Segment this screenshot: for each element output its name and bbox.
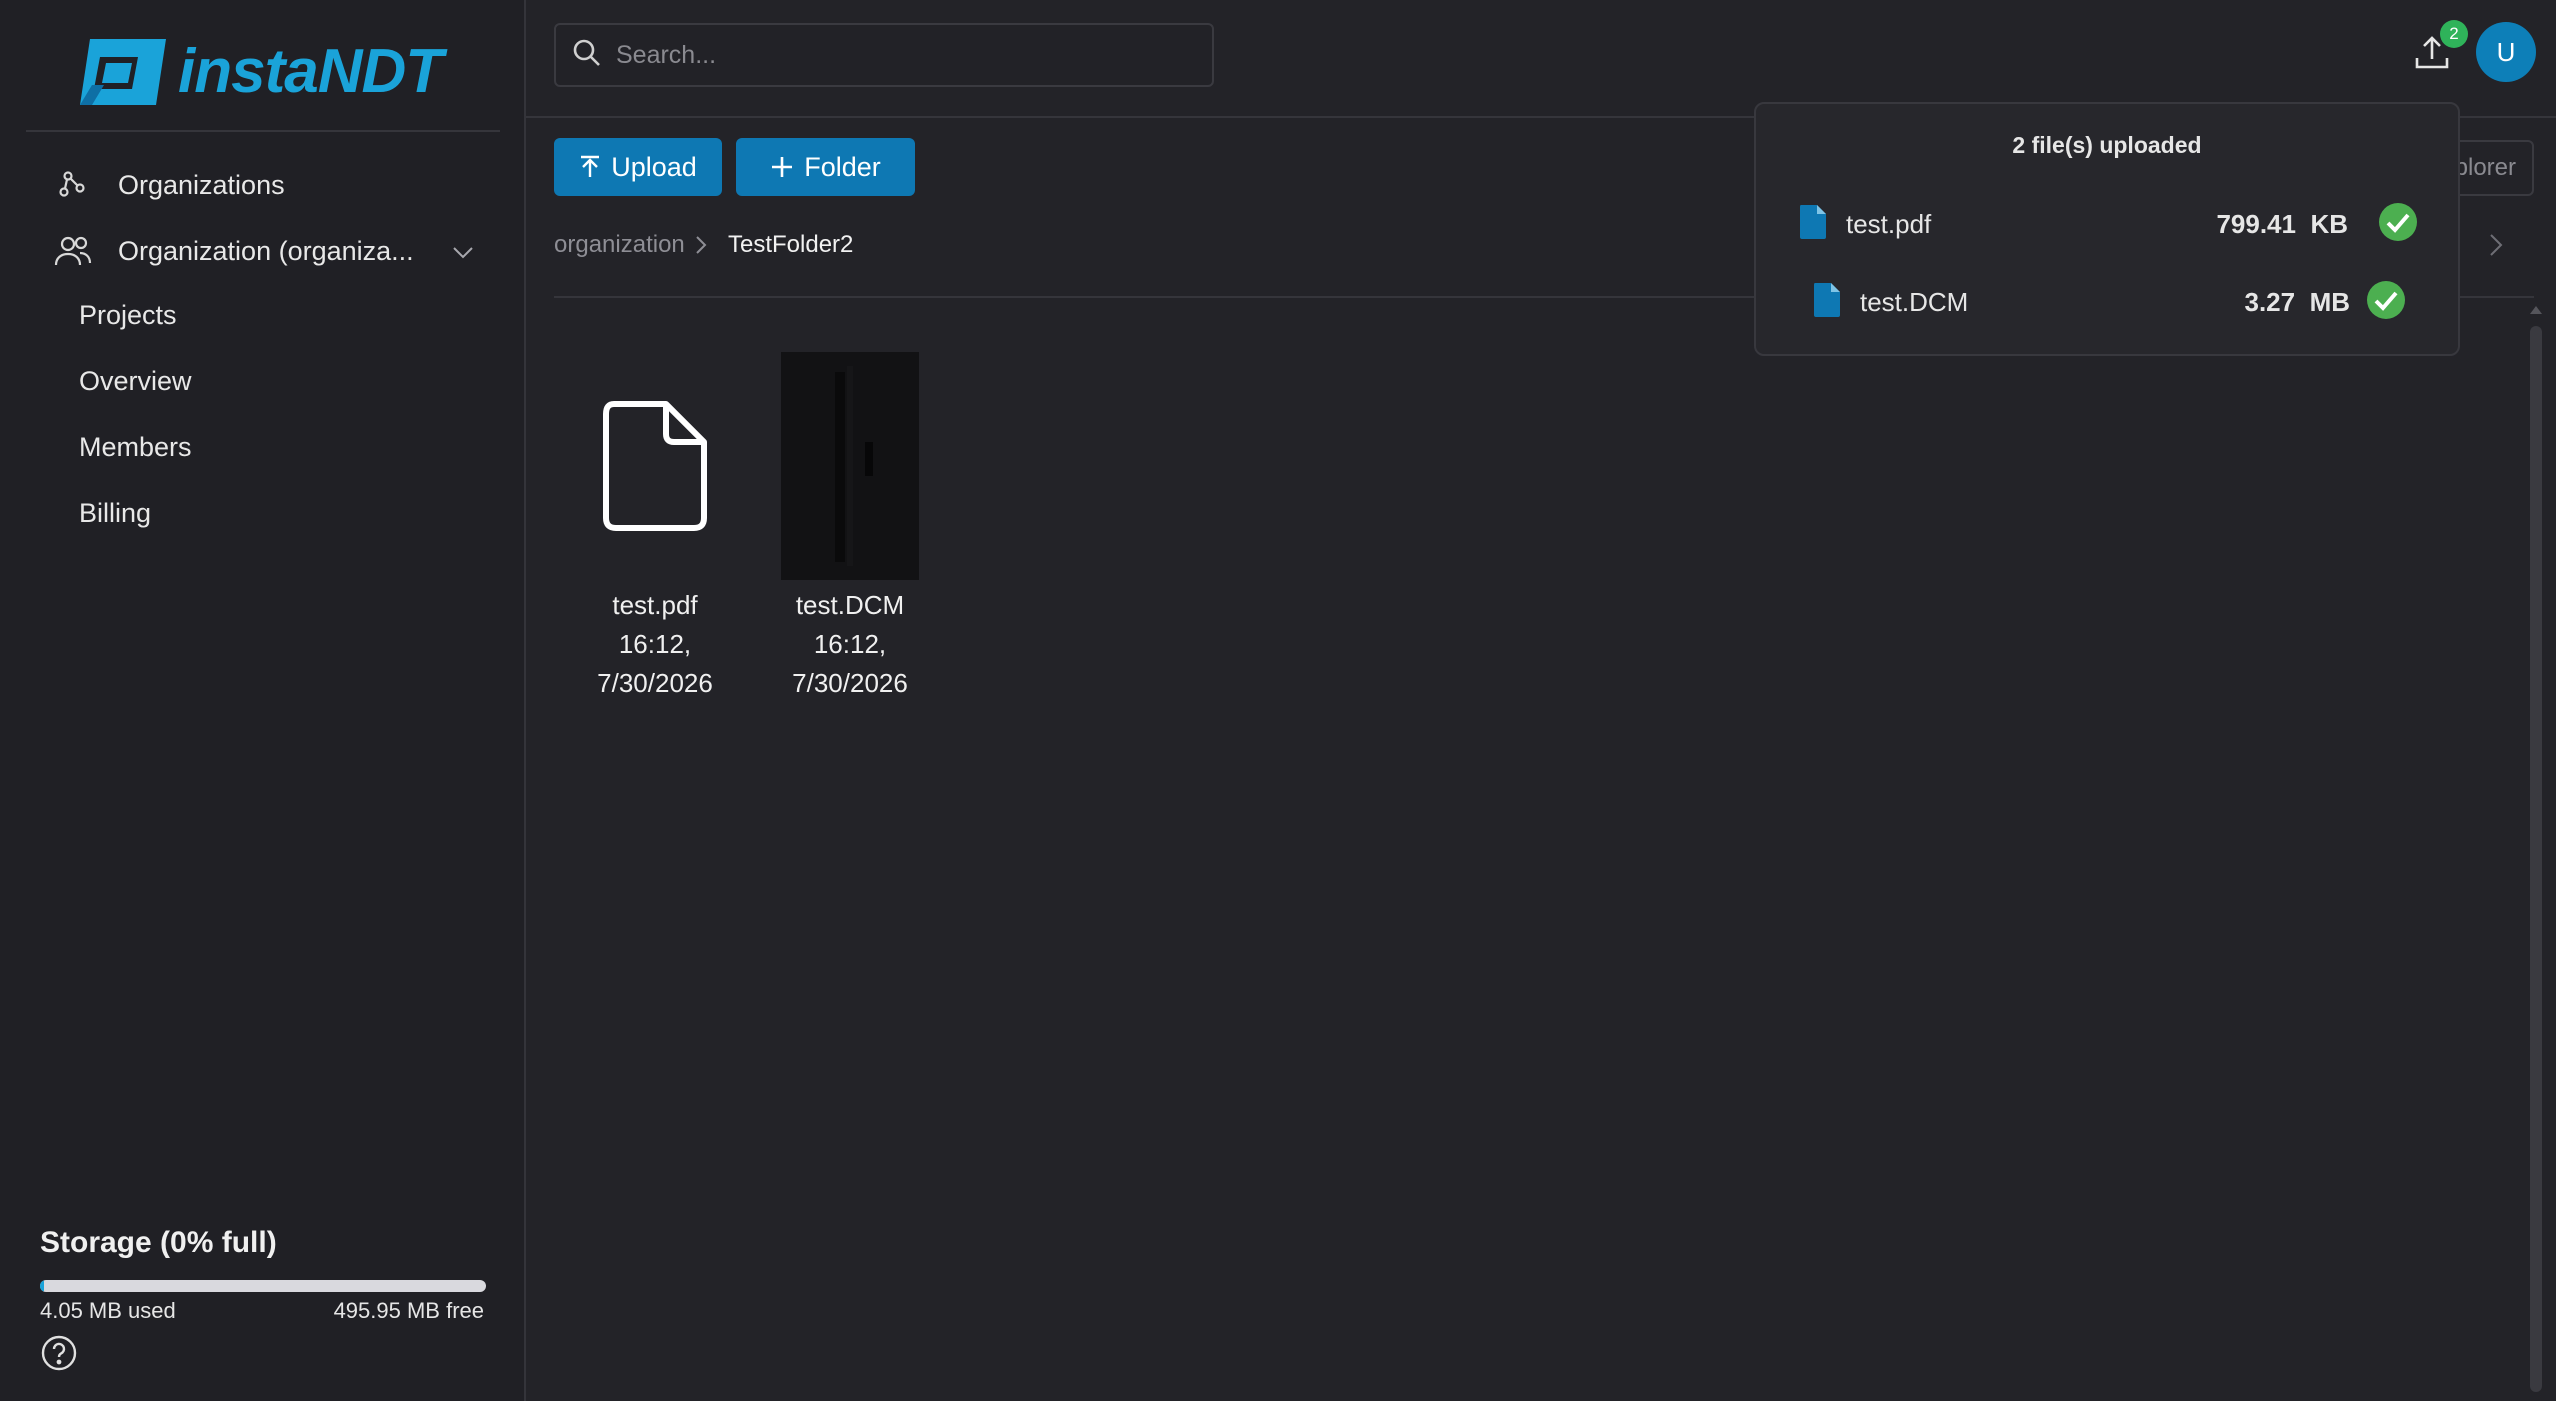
organizations-icon bbox=[54, 166, 92, 204]
search-box[interactable] bbox=[554, 23, 1214, 87]
popover-title: 2 file(s) uploaded bbox=[2012, 132, 2202, 158]
chevron-down-icon[interactable] bbox=[452, 236, 474, 267]
file-time: 16:12, bbox=[813, 629, 887, 659]
sidebar-item-label: Members bbox=[79, 432, 192, 462]
plus-icon bbox=[770, 155, 794, 179]
storage-free: 495.95 MB free bbox=[333, 1298, 484, 1323]
logo-mark-icon bbox=[80, 38, 166, 105]
upload-item-name: test.pdf bbox=[1846, 209, 1932, 239]
upload-item-size: 799.41 KB bbox=[2216, 209, 2348, 240]
dicom-preview-image bbox=[781, 352, 919, 580]
sidebar-item-organizations[interactable]: Organizations bbox=[54, 166, 285, 204]
document-icon bbox=[1798, 204, 1828, 245]
file-name: test.DCM bbox=[795, 590, 905, 620]
users-icon bbox=[54, 232, 92, 270]
sidebar-divider bbox=[26, 130, 500, 132]
file-name: test.pdf bbox=[612, 590, 698, 620]
avatar[interactable]: U bbox=[2476, 22, 2536, 82]
upload-item-size-unit: MB bbox=[2309, 287, 2350, 317]
chevron-right-icon[interactable] bbox=[2488, 232, 2504, 263]
upload-item: test.DCM 3.27 MB bbox=[1812, 280, 2406, 325]
file-tile[interactable]: test.DCM 16:12, 7/30/2026 bbox=[775, 352, 925, 703]
sidebar-item-label: Organizations bbox=[118, 169, 285, 200]
app-logo[interactable]: instaNDT bbox=[76, 36, 443, 107]
file-date: 7/30/2026 bbox=[792, 668, 908, 698]
help-icon[interactable] bbox=[40, 1334, 78, 1372]
sidebar-item-label: Billing bbox=[79, 498, 152, 528]
search-icon bbox=[572, 38, 602, 73]
check-circle-icon bbox=[2366, 280, 2406, 325]
upload-item: test.pdf 799.41 KB bbox=[1798, 202, 2418, 247]
upload-item-size-unit: KB bbox=[2310, 209, 2348, 239]
sidebar-item-label: Organization (organiza... bbox=[118, 235, 414, 266]
document-icon bbox=[1812, 282, 1842, 323]
upload-count-badge: 2 bbox=[2440, 20, 2468, 48]
file-time: 16:12, bbox=[618, 629, 692, 659]
storage-progress-fill bbox=[40, 1280, 45, 1292]
new-folder-button-label: Folder bbox=[804, 151, 881, 182]
upload-button[interactable]: Upload bbox=[554, 138, 722, 196]
sidebar-item-organization[interactable]: Organization (organiza... bbox=[54, 232, 474, 270]
upload-button-label: Upload bbox=[611, 151, 697, 182]
sidebar-item-label: Projects bbox=[79, 300, 177, 330]
upload-item-name: test.DCM bbox=[1860, 287, 1969, 317]
file-tile[interactable]: test.pdf 16:12, 7/30/2026 bbox=[580, 352, 730, 703]
sidebar-item-projects[interactable]: Projects bbox=[79, 300, 177, 331]
explorer-button-label: plorer bbox=[2454, 154, 2516, 181]
chevron-right-icon bbox=[694, 234, 708, 261]
sidebar-item-overview[interactable]: Overview bbox=[79, 366, 192, 397]
upload-status-popover: 2 file(s) uploaded test.pdf 799.41 KB te… bbox=[1754, 102, 2460, 356]
file-icon bbox=[586, 352, 724, 580]
scrollbar-thumb[interactable] bbox=[2530, 326, 2542, 1392]
upload-arrow-icon bbox=[579, 155, 601, 179]
breadcrumb-current: TestFolder2 bbox=[728, 231, 854, 258]
check-circle-icon bbox=[2378, 202, 2418, 247]
breadcrumb-root[interactable]: organization bbox=[554, 231, 685, 259]
search-input[interactable] bbox=[614, 39, 1198, 71]
sidebar-item-billing[interactable]: Billing bbox=[79, 498, 151, 529]
storage-title: Storage (0% full) bbox=[40, 1226, 277, 1259]
upload-item-size-value: 799.41 bbox=[2216, 209, 2296, 239]
upload-item-size: 3.27 MB bbox=[2245, 287, 2351, 318]
sidebar-item-members[interactable]: Members bbox=[79, 432, 192, 463]
file-date: 7/30/2026 bbox=[597, 668, 713, 698]
sidebar-item-label: Overview bbox=[79, 366, 192, 396]
new-folder-button[interactable]: Folder bbox=[736, 138, 915, 196]
logo-text: instaNDT bbox=[178, 37, 443, 106]
storage-used: 4.05 MB used bbox=[40, 1298, 176, 1323]
upload-item-size-value: 3.27 bbox=[2244, 287, 2296, 317]
sidebar: instaNDT Organizations Organization (org… bbox=[0, 0, 526, 1401]
storage-progress-bar bbox=[40, 1280, 486, 1292]
